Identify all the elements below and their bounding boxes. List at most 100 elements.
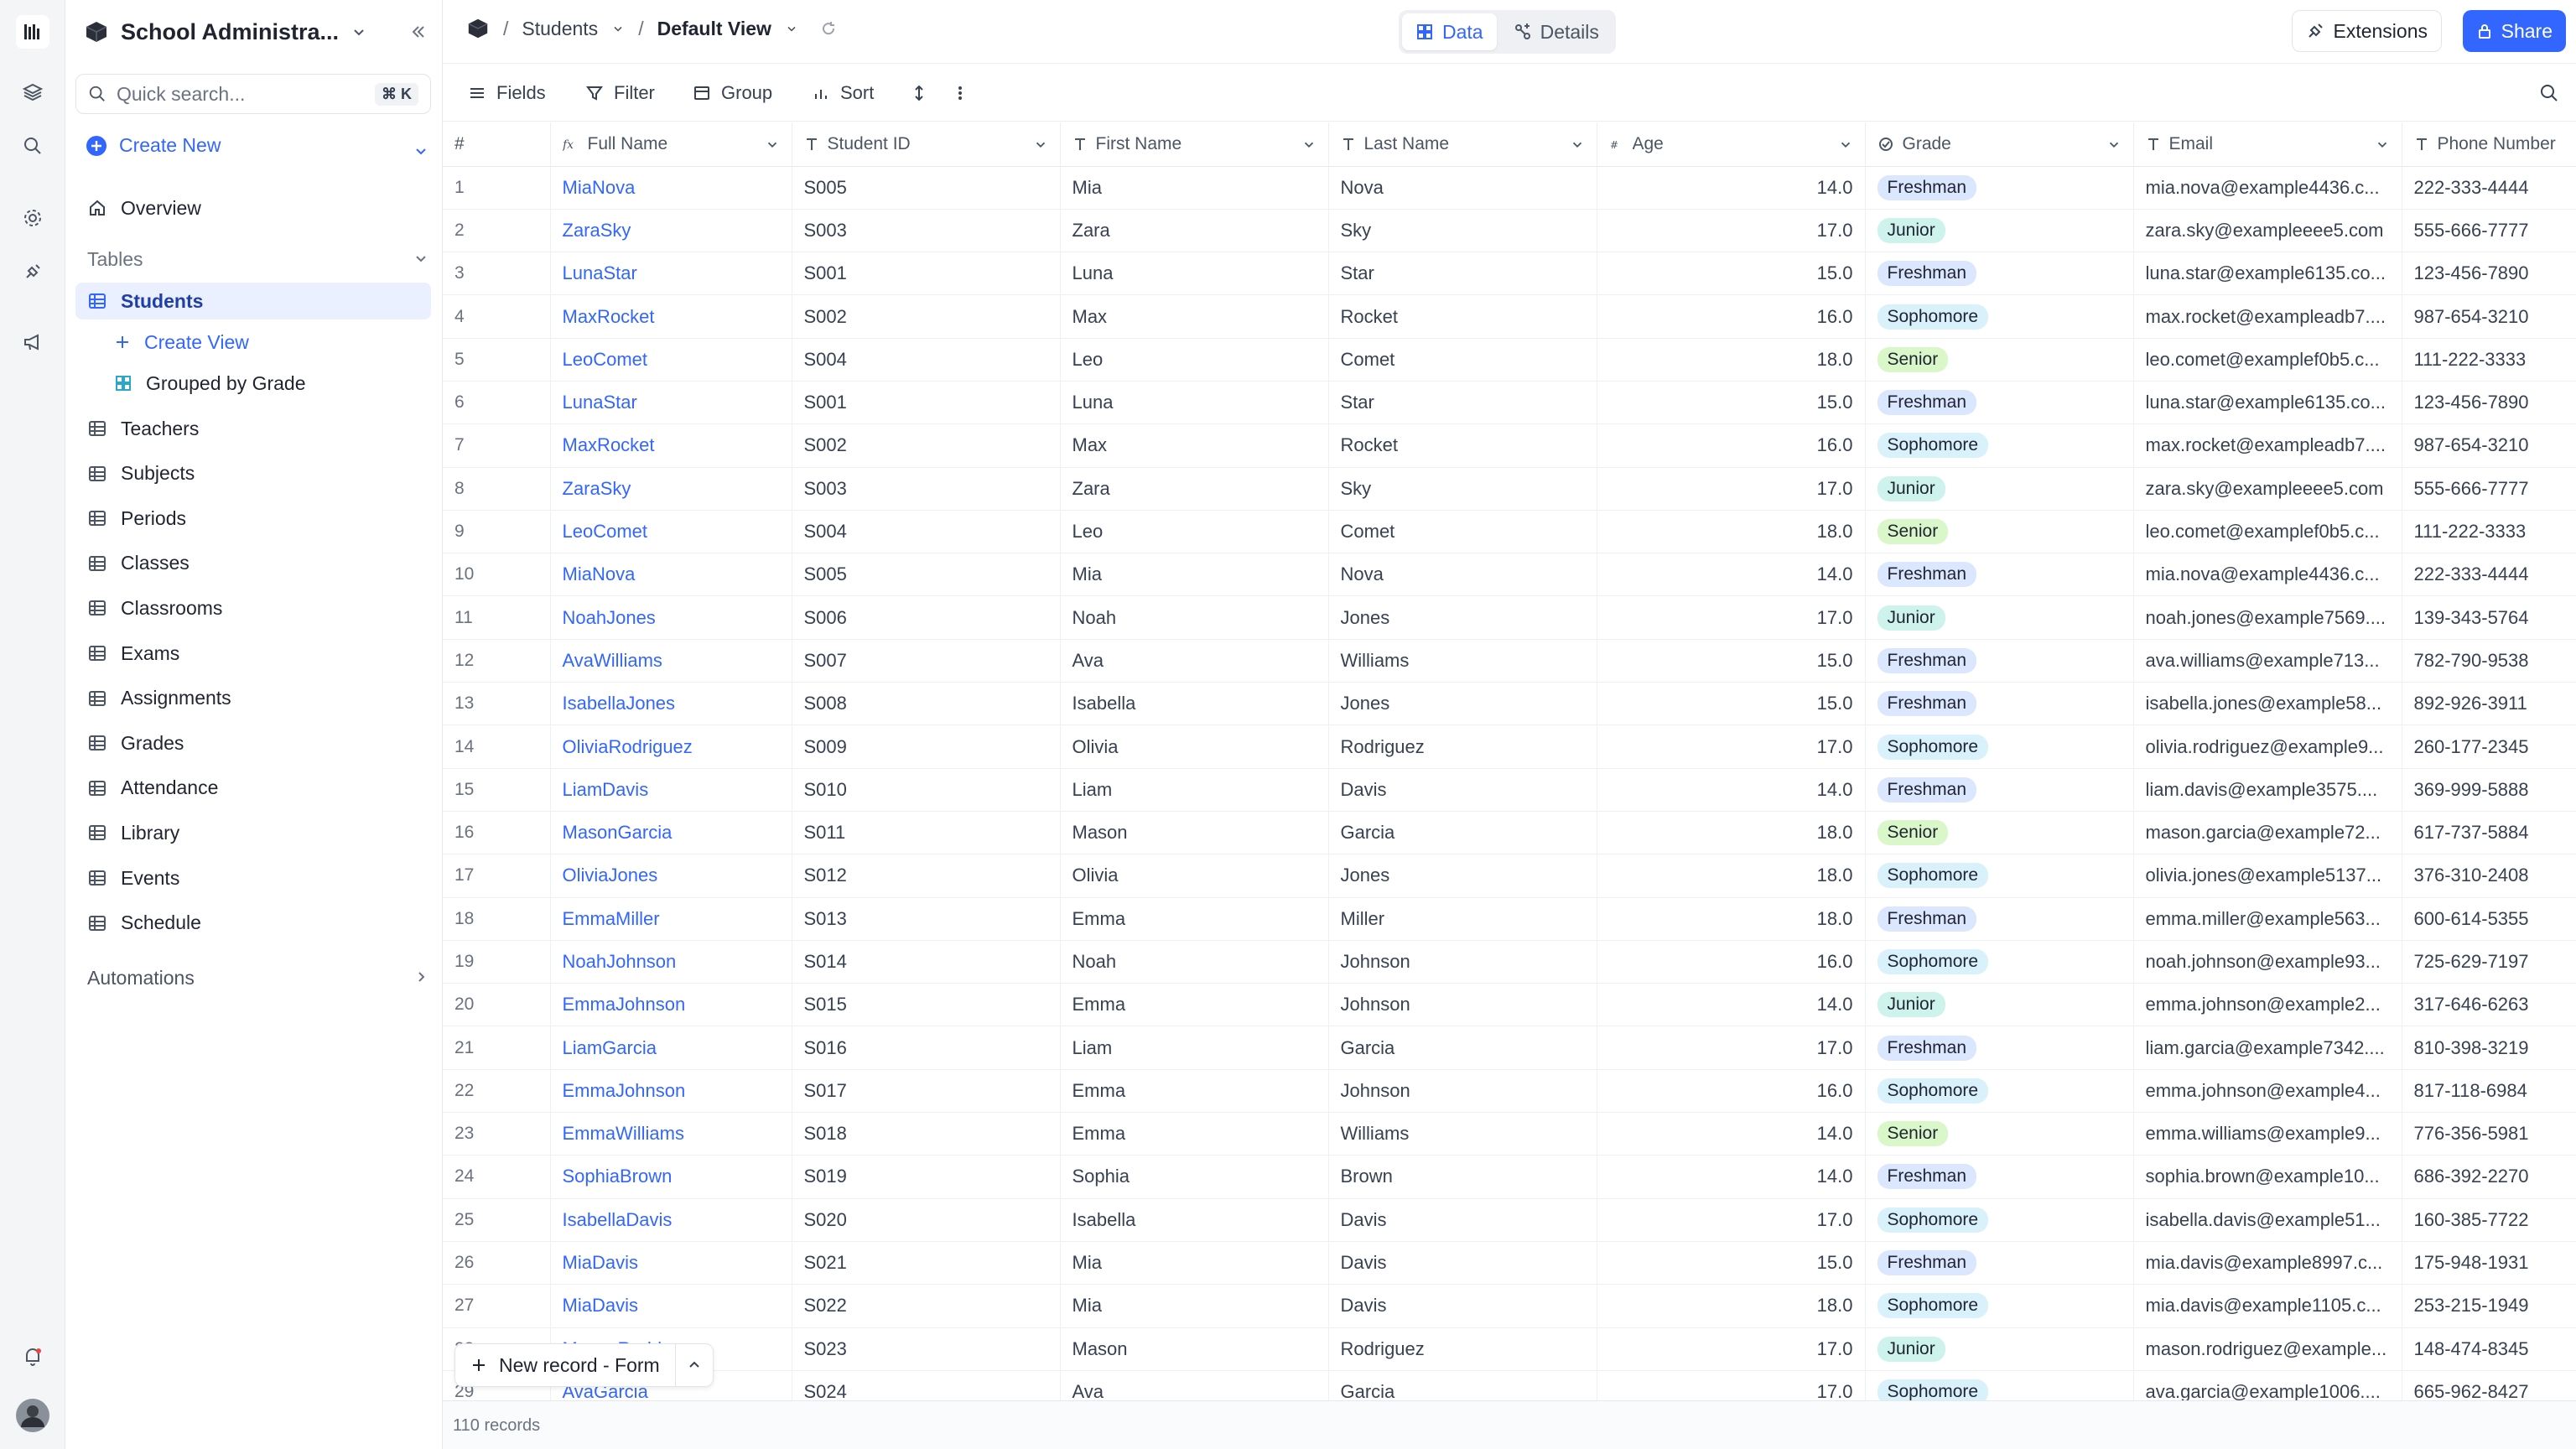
full-name-cell[interactable]: EmmaJohnson: [550, 983, 792, 1027]
chevron-down-icon[interactable]: [765, 137, 780, 152]
grade-cell[interactable]: Sophomore: [1865, 1069, 2134, 1114]
quick-search-input[interactable]: Quick search... ⌘ K: [75, 74, 431, 114]
full-name-cell[interactable]: LiamDavis: [550, 768, 792, 812]
last-name-cell[interactable]: Star: [1328, 252, 1597, 296]
grade-cell[interactable]: Freshman: [1865, 252, 2134, 296]
last-name-cell[interactable]: Garcia: [1328, 811, 1597, 855]
fields-button[interactable]: Fields: [468, 78, 546, 108]
student-id-cell[interactable]: S023: [792, 1327, 1061, 1371]
phone-cell[interactable]: 987-654-3210: [2402, 294, 2576, 339]
email-cell[interactable]: mia.nova@example4436.c...: [2133, 553, 2402, 597]
first-name-cell[interactable]: Mia: [1060, 166, 1329, 210]
email-cell[interactable]: isabella.davis@example51...: [2133, 1198, 2402, 1242]
email-cell[interactable]: liam.davis@example3575....: [2133, 768, 2402, 812]
search-icon[interactable]: [16, 129, 49, 163]
settings-gear-icon[interactable]: [16, 201, 49, 235]
column-header[interactable]: First Name: [1060, 122, 1329, 167]
phone-cell[interactable]: 148-474-8345: [2402, 1327, 2576, 1371]
phone-cell[interactable]: 600-614-5355: [2402, 897, 2576, 941]
full-name-cell[interactable]: IsabellaJones: [550, 682, 792, 726]
email-cell[interactable]: noah.jones@example7569....: [2133, 595, 2402, 640]
grade-cell[interactable]: Freshman: [1865, 768, 2134, 812]
grade-cell[interactable]: Freshman: [1865, 381, 2134, 425]
age-cell[interactable]: 14.0: [1597, 983, 1866, 1027]
last-name-cell[interactable]: Davis: [1328, 768, 1597, 812]
chevron-right-icon[interactable]: [413, 969, 429, 985]
email-cell[interactable]: leo.comet@examplef0b5.c...: [2133, 510, 2402, 554]
first-name-cell[interactable]: Mia: [1060, 1241, 1329, 1285]
full-name-cell[interactable]: LeoComet: [550, 510, 792, 554]
chevron-down-icon[interactable]: [2106, 137, 2122, 152]
student-id-cell[interactable]: S002: [792, 294, 1061, 339]
grade-cell[interactable]: Junior: [1865, 467, 2134, 511]
email-cell[interactable]: leo.comet@examplef0b5.c...: [2133, 338, 2402, 382]
table-row[interactable]: 9 LeoComet S004 Leo Comet 18.0 Senior leo.comet…: [443, 510, 2576, 554]
sidebar-item-library[interactable]: Library: [75, 814, 431, 851]
full-name-cell[interactable]: OliviaRodriguez: [550, 724, 792, 769]
share-button[interactable]: Share: [2462, 10, 2566, 52]
table-row[interactable]: 24 SophiaBrown S019 Sophia Brown 14.0 Freshman…: [443, 1155, 2576, 1199]
full-name-cell[interactable]: OliviaJones: [550, 854, 792, 898]
row-height-button[interactable]: [911, 78, 927, 108]
age-cell[interactable]: 14.0: [1597, 553, 1866, 597]
student-id-cell[interactable]: S001: [792, 381, 1061, 425]
phone-cell[interactable]: 222-333-4444: [2402, 553, 2576, 597]
age-cell[interactable]: 17.0: [1597, 1026, 1866, 1070]
first-name-cell[interactable]: Liam: [1060, 768, 1329, 812]
email-cell[interactable]: luna.star@example6135.co...: [2133, 381, 2402, 425]
filter-button[interactable]: Filter: [585, 78, 655, 108]
first-name-cell[interactable]: Mason: [1060, 1327, 1329, 1371]
last-name-cell[interactable]: Davis: [1328, 1241, 1597, 1285]
more-options-button[interactable]: [956, 78, 964, 108]
table-row[interactable]: 15 LiamDavis S010 Liam Davis 14.0 Freshman liam…: [443, 768, 2576, 812]
full-name-cell[interactable]: MiaNova: [550, 553, 792, 597]
first-name-cell[interactable]: Mason: [1060, 811, 1329, 855]
megaphone-icon[interactable]: [16, 325, 49, 359]
new-record-options-button[interactable]: [676, 1344, 713, 1386]
grade-cell[interactable]: Junior: [1865, 983, 2134, 1027]
grade-cell[interactable]: Freshman: [1865, 1026, 2134, 1070]
first-name-cell[interactable]: Sophia: [1060, 1155, 1329, 1199]
breadcrumb-table[interactable]: Students: [522, 18, 598, 40]
table-row[interactable]: 23 EmmaWilliams S018 Emma Williams 14.0 Senior…: [443, 1112, 2576, 1156]
phone-cell[interactable]: 810-398-3219: [2402, 1026, 2576, 1070]
age-cell[interactable]: 15.0: [1597, 682, 1866, 726]
age-cell[interactable]: 18.0: [1597, 1284, 1866, 1328]
sidebar-item-schedule[interactable]: Schedule: [75, 905, 431, 942]
chevron-down-icon[interactable]: [1033, 137, 1048, 152]
sidebar-item-classes[interactable]: Classes: [75, 545, 431, 582]
grade-cell[interactable]: Senior: [1865, 811, 2134, 855]
table-row[interactable]: 21 LiamGarcia S016 Liam Garcia 17.0 Freshman li…: [443, 1026, 2576, 1070]
last-name-cell[interactable]: Nova: [1328, 553, 1597, 597]
full-name-cell[interactable]: NoahJohnson: [550, 940, 792, 984]
table-row[interactable]: 16 MasonGarcia S011 Mason Garcia 18.0 Senior ma…: [443, 811, 2576, 855]
email-cell[interactable]: mia.nova@example4436.c...: [2133, 166, 2402, 210]
first-name-cell[interactable]: Leo: [1060, 338, 1329, 382]
email-cell[interactable]: ava.williams@example713...: [2133, 639, 2402, 683]
create-view-button[interactable]: Create View: [102, 324, 431, 361]
grade-cell[interactable]: Sophomore: [1865, 724, 2134, 769]
table-row[interactable]: 20 EmmaJohnson S015 Emma Johnson 14.0 Junior em…: [443, 983, 2576, 1027]
grade-cell[interactable]: Senior: [1865, 1112, 2134, 1156]
student-id-cell[interactable]: S010: [792, 768, 1061, 812]
phone-cell[interactable]: 782-790-9538: [2402, 639, 2576, 683]
last-name-cell[interactable]: Davis: [1328, 1198, 1597, 1242]
student-id-cell[interactable]: S005: [792, 553, 1061, 597]
phone-cell[interactable]: 987-654-3210: [2402, 423, 2576, 468]
phone-cell[interactable]: 376-310-2408: [2402, 854, 2576, 898]
grade-cell[interactable]: Freshman: [1865, 639, 2134, 683]
first-name-cell[interactable]: Max: [1060, 423, 1329, 468]
email-cell[interactable]: olivia.rodriguez@example9...: [2133, 724, 2402, 769]
first-name-cell[interactable]: Isabella: [1060, 1198, 1329, 1242]
sidebar-item-assignments[interactable]: Assignments: [75, 680, 431, 717]
sidebar-item-classrooms[interactable]: Classrooms: [75, 589, 431, 626]
last-name-cell[interactable]: Rocket: [1328, 294, 1597, 339]
create-new-button[interactable]: Create New: [86, 134, 221, 157]
last-name-cell[interactable]: Rocket: [1328, 423, 1597, 468]
nav-overview[interactable]: Overview: [75, 190, 431, 226]
last-name-cell[interactable]: Johnson: [1328, 940, 1597, 984]
table-row[interactable]: 28MasonRodriguezS023MasonRodriguez17.0Ju…: [443, 1327, 2576, 1371]
view-grouped-by-grade[interactable]: Grouped by Grade: [102, 365, 431, 402]
full-name-cell[interactable]: LeoComet: [550, 338, 792, 382]
full-name-cell[interactable]: ZaraSky: [550, 209, 792, 253]
